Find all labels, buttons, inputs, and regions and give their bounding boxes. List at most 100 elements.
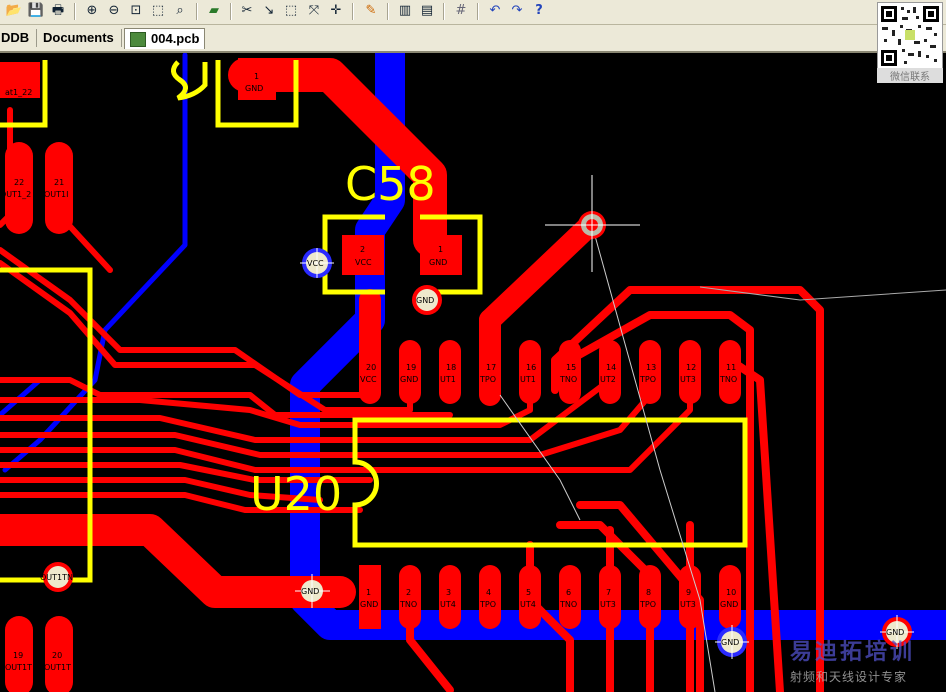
left-top-pad-label: at1_22 <box>5 88 32 97</box>
ic-pad[interactable]: 4 TPO <box>479 565 501 629</box>
via-net: VCC <box>307 259 324 268</box>
pcb-file-icon <box>130 32 146 47</box>
save-icon[interactable]: 💾 <box>27 2 45 20</box>
via-net: GND <box>721 638 739 647</box>
pad-number: 1 <box>438 245 443 254</box>
pad-net: TNO <box>399 600 417 609</box>
help-icon[interactable]: ? <box>530 2 548 20</box>
component-icon[interactable]: ▤ <box>418 2 436 20</box>
zoom-select-icon[interactable]: ⌕ <box>171 2 189 20</box>
zoom-area-icon[interactable]: ⬚ <box>149 2 167 20</box>
pad-number: 18 <box>446 363 456 372</box>
pad-net: TPO <box>479 600 496 609</box>
grid-icon[interactable]: # <box>452 2 470 20</box>
pad-net: GND <box>400 375 418 384</box>
ic-pad[interactable]: 14UT2 <box>599 340 621 404</box>
via[interactable]: OUT1TN <box>40 562 73 592</box>
select-icon[interactable]: ⬚ <box>282 2 300 20</box>
left-pad-net: OUT1_2 <box>0 190 31 199</box>
ic-pad[interactable]: 1 GND <box>359 565 381 629</box>
pad-net: UT1 <box>520 375 536 384</box>
tab-004-pcb[interactable]: 004.pcb <box>124 28 206 49</box>
3d-icon[interactable]: ▥ <box>396 2 414 20</box>
pad-net: UT4 <box>440 600 456 609</box>
pad-number: 8 <box>646 588 651 597</box>
pad-net: TNO <box>559 375 577 384</box>
ic-pad[interactable]: 12UT3 <box>679 340 701 404</box>
move-icon[interactable]: ⤧ <box>305 2 323 20</box>
pad-net: UT3 <box>600 600 616 609</box>
via[interactable]: VCC <box>300 248 334 278</box>
cross-icon[interactable]: ✛ <box>327 2 345 20</box>
ic-pad[interactable]: 17 TPO <box>479 340 501 404</box>
tab-ddb[interactable]: DDB <box>1 28 29 48</box>
u20-designator[interactable]: U20 <box>250 467 342 521</box>
ic-pad[interactable]: 2 TNO <box>399 565 421 629</box>
ic-pad[interactable]: 9UT3 <box>679 565 701 629</box>
tab-documents[interactable]: Documents <box>43 28 114 48</box>
pad-number: 2 <box>406 588 411 597</box>
pad-number: 2 <box>360 245 365 254</box>
ic-pad[interactable]: 8 TPO <box>639 565 661 629</box>
ic-pad[interactable]: 15 TNO <box>559 340 581 404</box>
pad-number: 15 <box>566 363 576 372</box>
left-pad-num: 19 <box>13 651 23 660</box>
pad-net: UT3 <box>680 375 696 384</box>
zoom-out-icon[interactable]: ⊖ <box>105 2 123 20</box>
highlight-icon[interactable]: ✎ <box>362 2 380 20</box>
pad-number: 7 <box>606 588 611 597</box>
left-pad-net: OUT1T <box>5 663 32 672</box>
track-icon[interactable]: ↘ <box>260 2 278 20</box>
pad-net: UT2 <box>600 375 616 384</box>
ic-pad[interactable]: 16UT1 <box>519 340 541 404</box>
undo-icon[interactable]: ↶ <box>486 2 504 20</box>
ic-pad[interactable]: 7UT3 <box>599 565 621 629</box>
left-pad-num: 22 <box>14 178 24 187</box>
pad-number: 19 <box>406 363 416 372</box>
left-pad-num: 21 <box>54 178 64 187</box>
pad-net: GND <box>720 600 738 609</box>
ic-pad[interactable]: 6 TNO <box>559 565 581 629</box>
pad-net: GND <box>360 600 378 609</box>
redo-icon[interactable]: ↷ <box>508 2 526 20</box>
print-icon[interactable]: 🖶 <box>49 2 67 20</box>
pcb-canvas[interactable]: at1_22 22 OUT1_2 21 OUT1I 19 OUT1T 20 OU… <box>0 53 946 692</box>
ic-pad[interactable]: 11 TNO <box>719 340 741 404</box>
watermark-title: 易迪拓培训 <box>790 640 916 665</box>
ic-pad[interactable]: 3UT4 <box>439 565 461 629</box>
open-icon[interactable]: 📂 <box>5 2 23 20</box>
ic-pad[interactable]: 5UT4 <box>519 565 541 629</box>
pad-number: 14 <box>606 363 616 372</box>
ic-pad[interactable]: 19 GND <box>399 340 421 404</box>
zoom-fit-icon[interactable]: ⊡ <box>127 2 145 20</box>
pad-net: TPO <box>639 600 656 609</box>
via[interactable]: GND <box>412 285 442 315</box>
pad-number: 17 <box>486 363 496 372</box>
u20-top-pads: 20VCC19GND18UT117TPO16UT115TNO14UT213TPO… <box>359 340 741 404</box>
pad-number: 6 <box>566 588 571 597</box>
pad-number: 9 <box>686 588 691 597</box>
pad-number: 12 <box>686 363 696 372</box>
zoom-in-icon[interactable]: ⊕ <box>83 2 101 20</box>
pad-number: 4 <box>486 588 491 597</box>
pad-net: UT1 <box>440 375 456 384</box>
ic-pad[interactable]: 13 TPO <box>639 340 661 404</box>
pad-number: 16 <box>526 363 536 372</box>
route-icon[interactable]: ✂ <box>238 2 256 20</box>
pad-net: TNO <box>719 375 737 384</box>
ic-pad[interactable]: 18UT1 <box>439 340 461 404</box>
left-pad-num: 20 <box>52 651 62 660</box>
left-pad-net: OUT1I <box>44 190 69 199</box>
pad-net: VCC <box>360 375 377 384</box>
via-net: GND <box>301 587 319 596</box>
pad-net: VCC <box>355 258 372 267</box>
pad-number: 3 <box>446 588 451 597</box>
layer-icon[interactable]: ▰ <box>205 2 223 20</box>
ic-pad[interactable]: 10 GND <box>719 565 741 629</box>
c58-designator[interactable]: C58 <box>345 157 436 211</box>
tab-label: 004.pcb <box>151 31 200 46</box>
ic-pad[interactable]: 20 VCC <box>359 340 381 404</box>
pad-number: 5 <box>526 588 531 597</box>
watermark: 易迪拓培训 射频和天线设计专家 <box>790 634 940 690</box>
via-net: GND <box>416 296 434 305</box>
